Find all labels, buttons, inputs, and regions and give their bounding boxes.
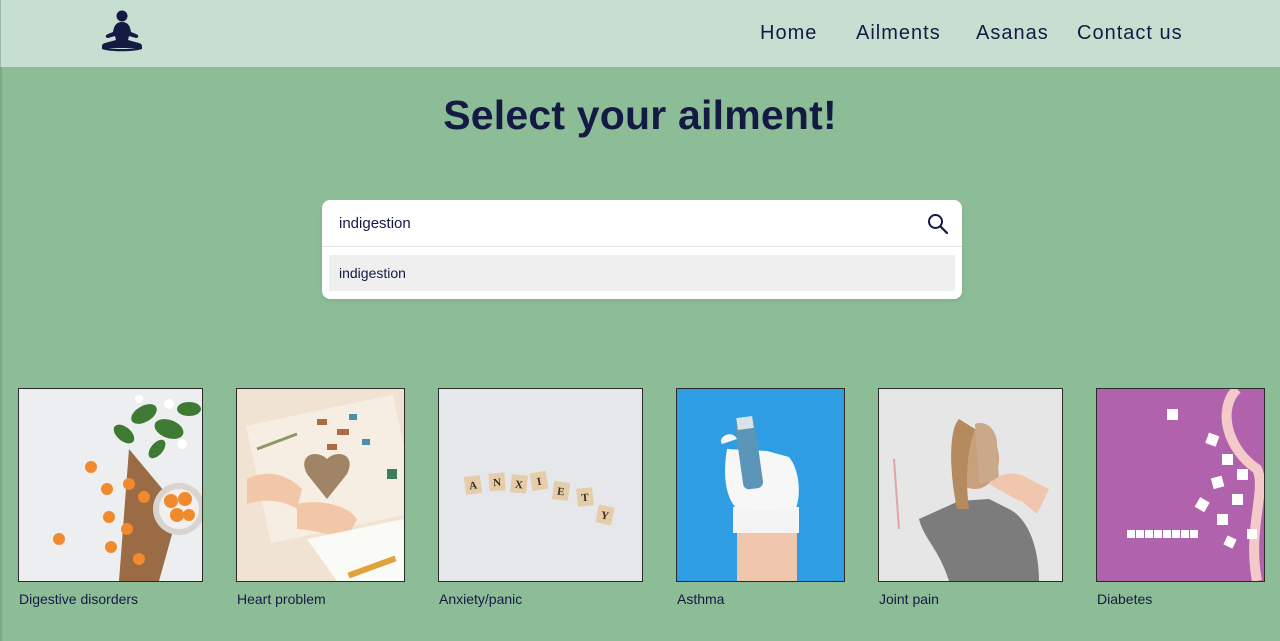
ailment-card-label: Joint pain — [879, 591, 939, 607]
search-suggestion-item[interactable]: indigestion — [329, 255, 955, 291]
nav-contact-link[interactable]: Contact us — [1077, 22, 1183, 45]
svg-text:X: X — [514, 479, 523, 492]
meditation-icon[interactable] — [99, 10, 145, 52]
hands-holding-heart-photo[interactable] — [236, 388, 405, 582]
ailment-card-label: Asthma — [677, 591, 725, 607]
search-box: indigestion — [322, 200, 962, 299]
gloved-hand-inhaler-photo[interactable] — [676, 388, 845, 582]
svg-text:N: N — [493, 477, 502, 490]
search-input[interactable] — [322, 200, 962, 247]
apricots-in-bowl-photo[interactable] — [18, 388, 203, 582]
sugar-cubes-tape-measure-photo[interactable] — [1096, 388, 1265, 582]
ailment-card-label: Heart problem — [237, 591, 326, 607]
nav-asanas-link[interactable]: Asanas — [976, 22, 1049, 45]
ailment-card-label: Anxiety/panic — [439, 591, 523, 607]
navbar: Home Ailments Asanas Contact us — [0, 0, 1280, 67]
svg-text:A: A — [468, 479, 478, 492]
woman-holding-shoulder-photo[interactable] — [878, 388, 1063, 582]
ailment-card-label: Diabetes — [1097, 591, 1153, 607]
anxiety-letter-tiles-photo[interactable]: A N X I E T Y — [438, 388, 643, 582]
page-title: Select your ailment! — [443, 92, 837, 138]
nav-home-link[interactable]: Home — [760, 22, 817, 45]
nav-ailments-link[interactable]: Ailments — [856, 22, 941, 45]
ailment-card-label: Digestive disorders — [19, 591, 139, 607]
search-icon[interactable] — [926, 212, 950, 236]
